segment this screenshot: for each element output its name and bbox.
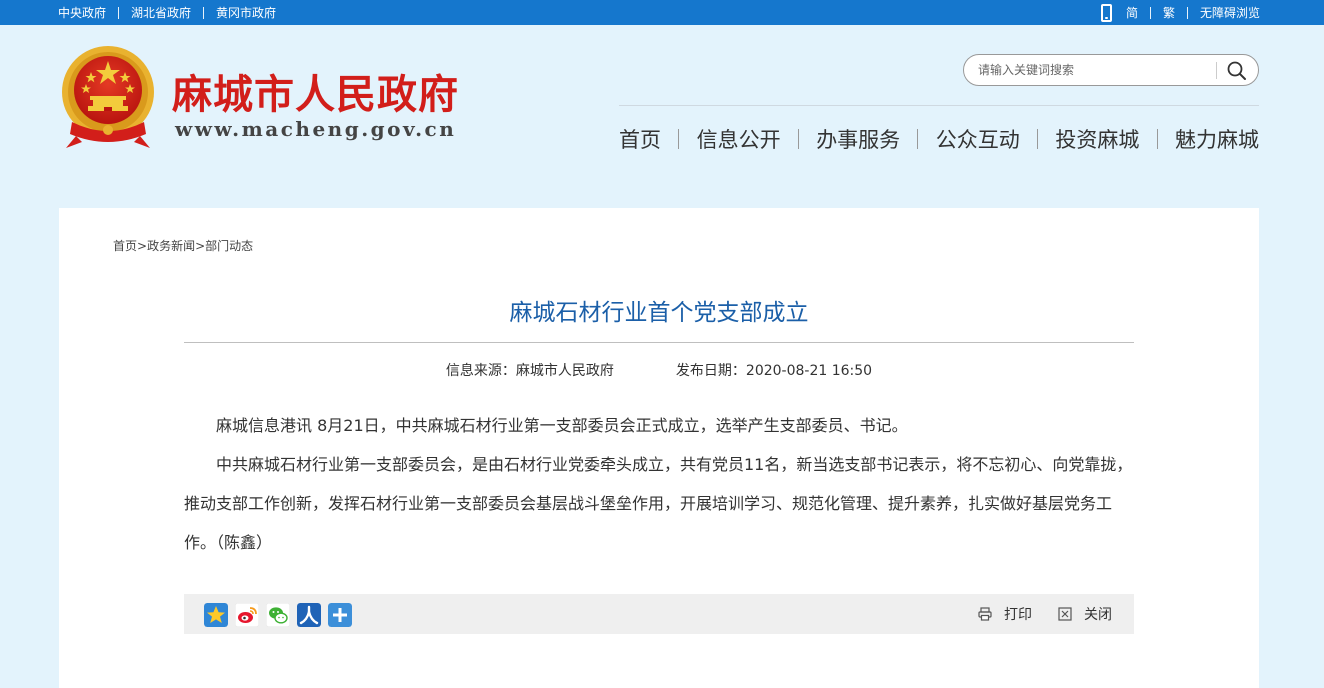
search-icon[interactable] — [1226, 60, 1248, 82]
nav-divider — [917, 129, 919, 149]
more-share-icon[interactable] — [328, 603, 352, 627]
nav-divider — [678, 129, 680, 149]
top-bar: 中央政府 湖北省政府 黄冈市政府 简 繁 无障碍浏览 — [0, 0, 1324, 25]
article-card: 首页>政务新闻>部门动态 麻城石材行业首个党支部成立 信息来源：麻城市人民政府 发… — [59, 208, 1259, 688]
nav-item-public-interaction[interactable]: 公众互动 — [936, 124, 1020, 154]
article-source: 信息来源：麻城市人民政府 — [445, 363, 614, 379]
nav-divider — [797, 129, 799, 149]
top-link-divider — [118, 6, 120, 19]
breadcrumb-dept-news[interactable]: 部门动态 — [205, 239, 253, 253]
search-divider — [1216, 62, 1217, 79]
nav-item-invest[interactable]: 投资麻城 — [1055, 124, 1139, 154]
article-body: 麻城信息港讯 8月21日，中共麻城石材行业第一支部委员会正式成立，选举产生支部委… — [184, 406, 1134, 562]
nav-divider — [1037, 129, 1039, 149]
header-divider — [619, 105, 1259, 106]
printer-icon — [978, 607, 992, 621]
nav-item-services[interactable]: 办事服务 — [816, 124, 900, 154]
print-button[interactable]: 打印 — [978, 604, 1032, 624]
link-huanggang-gov[interactable]: 黄冈市政府 — [216, 4, 276, 21]
traditional-chinese-link[interactable]: 繁 — [1163, 4, 1175, 21]
nav-item-info-disclosure[interactable]: 信息公开 — [697, 124, 781, 154]
close-icon — [1058, 607, 1072, 621]
article-paragraph: 麻城信息港讯 8月21日，中共麻城石材行业第一支部委员会正式成立，选举产生支部委… — [216, 416, 908, 435]
article-paragraph: 中共麻城石材行业第一支部委员会，是由石材行业党委牵头成立，共有党员11名，新当选… — [184, 455, 1133, 552]
breadcrumb: 首页>政务新闻>部门动态 — [113, 239, 254, 253]
close-label: 关闭 — [1084, 607, 1112, 623]
title-divider — [184, 342, 1134, 343]
qzone-icon[interactable] — [204, 603, 228, 627]
top-link-divider — [1186, 6, 1188, 19]
share-icons — [204, 603, 352, 627]
search-input[interactable] — [978, 61, 1214, 79]
link-hubei-gov[interactable]: 湖北省政府 — [131, 4, 191, 21]
close-button[interactable]: 关闭 — [1058, 604, 1112, 624]
main-nav: 首页 信息公开 办事服务 公众互动 投资麻城 魅力麻城 — [619, 124, 1259, 154]
top-link-divider — [1149, 6, 1151, 19]
renren-icon[interactable] — [297, 603, 321, 627]
national-emblem-icon — [62, 46, 154, 148]
nav-item-charm[interactable]: 魅力麻城 — [1175, 124, 1259, 154]
accessibility-link[interactable]: 无障碍浏览 — [1200, 4, 1260, 21]
article-meta: 信息来源：麻城市人民政府 发布日期：2020-08-21 16:50 — [184, 360, 1134, 380]
nav-divider — [1156, 129, 1158, 149]
link-central-gov[interactable]: 中央政府 — [58, 4, 106, 21]
print-label: 打印 — [1004, 607, 1032, 623]
search-box — [963, 54, 1259, 86]
breadcrumb-gov-news[interactable]: 政务新闻 — [147, 239, 195, 253]
nav-item-home[interactable]: 首页 — [619, 124, 661, 154]
simplified-chinese-link[interactable]: 简 — [1126, 4, 1138, 21]
breadcrumb-home[interactable]: 首页 — [113, 239, 137, 253]
weibo-icon[interactable] — [235, 603, 259, 627]
top-link-divider — [203, 6, 205, 19]
mobile-phone-icon[interactable] — [1100, 3, 1112, 22]
top-right-tools: 简 繁 无障碍浏览 — [1100, 0, 1260, 25]
article-date: 发布日期：2020-08-21 16:50 — [675, 363, 873, 379]
article-title: 麻城石材行业首个党支部成立 — [509, 300, 809, 326]
wechat-icon[interactable] — [266, 603, 290, 627]
article-tools: 打印 关闭 — [978, 594, 1112, 634]
site-url: www.macheng.gov.cn — [175, 117, 457, 141]
top-links: 中央政府 湖北省政府 黄冈市政府 — [58, 0, 276, 25]
share-bar: 打印 关闭 — [184, 594, 1134, 634]
site-title[interactable]: 麻城市人民政府 — [172, 62, 459, 120]
